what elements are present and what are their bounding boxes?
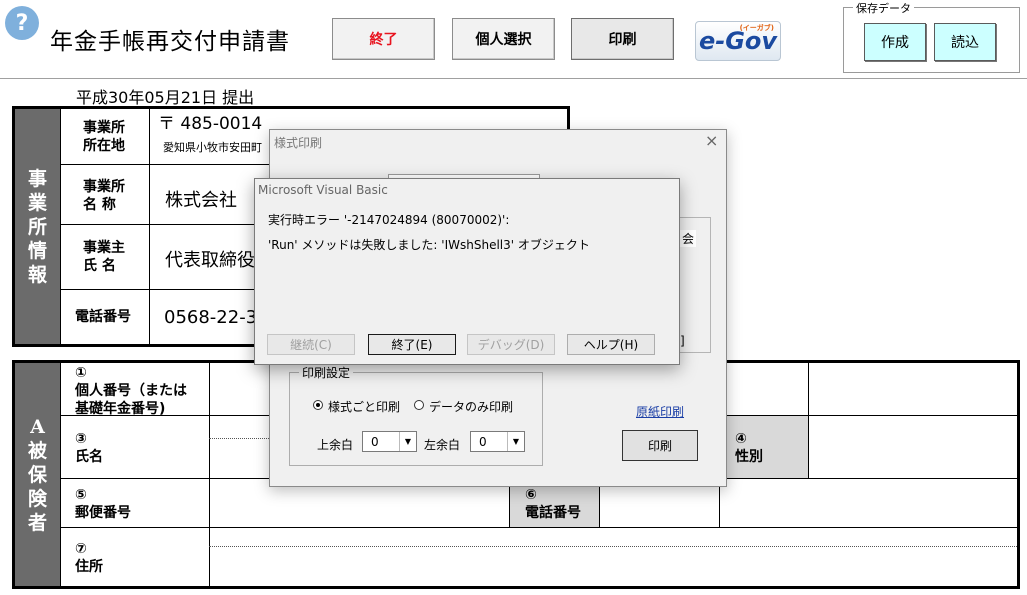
sidebar-char: 被 bbox=[27, 439, 47, 462]
postal-code-value[interactable]: 〒 485-0014 bbox=[158, 109, 262, 134]
egov-logo-subtitle: (イーガブ) bbox=[739, 24, 774, 32]
radio-data-print-label[interactable]: データのみ印刷 bbox=[429, 398, 513, 415]
address-value[interactable]: 愛知県小牧市安田町 bbox=[163, 139, 262, 155]
sidebar-char: 情 bbox=[27, 239, 47, 262]
company-name-value[interactable]: 株式会社 bbox=[165, 186, 237, 212]
help-button[interactable]: ヘルプ(H) bbox=[567, 334, 655, 355]
select-person-button[interactable]: 個人選択 bbox=[452, 18, 555, 60]
address-label-2: ⑦ 住所 bbox=[75, 541, 103, 575]
postal-label: ⑤ 郵便番号 bbox=[75, 487, 131, 521]
personal-number-label: ① 個人番号（または 基礎年金番号) bbox=[75, 365, 187, 417]
sidebar-char: A bbox=[30, 415, 45, 438]
top-margin-select[interactable]: 0 ▼ bbox=[362, 431, 417, 452]
end-button[interactable]: 終了(E) bbox=[368, 334, 456, 355]
name-label: ③ 氏名 bbox=[75, 431, 103, 465]
print-dialog-title: 様式印刷 bbox=[274, 136, 323, 150]
phone-value[interactable]: 0568-22-3 bbox=[164, 307, 257, 328]
egov-logo[interactable]: e-Gov (イーガブ) bbox=[695, 21, 781, 61]
divider bbox=[209, 546, 1017, 547]
sidebar-char: 者 bbox=[27, 511, 47, 534]
owner-label: 事業主 氏 名 bbox=[83, 240, 125, 274]
save-data-legend: 保存データ bbox=[853, 0, 914, 16]
phone-label: 電話番号 bbox=[75, 309, 131, 325]
original-print-link[interactable]: 原紙印刷 bbox=[636, 403, 684, 420]
close-icon[interactable]: × bbox=[705, 131, 718, 150]
chevron-down-icon[interactable]: ▼ bbox=[399, 432, 416, 451]
dialog-print-button[interactable]: 印刷 bbox=[622, 430, 698, 461]
left-margin-label: 左余白 bbox=[424, 438, 461, 452]
sidebar-char: 保 bbox=[27, 463, 47, 486]
create-button[interactable]: 作成 bbox=[864, 23, 926, 61]
divider bbox=[60, 363, 61, 586]
vb-error-code: 実行時エラー '-2147024894 (80070002)': bbox=[268, 213, 510, 227]
divider bbox=[60, 527, 1017, 528]
print-dialog-list-text: 会 bbox=[680, 230, 697, 247]
print-settings-legend: 印刷設定 bbox=[299, 364, 354, 381]
sidebar-char: 報 bbox=[27, 263, 47, 286]
help-icon[interactable]: ? bbox=[5, 6, 39, 40]
debug-button[interactable]: デバッグ(D) bbox=[467, 334, 555, 355]
radio-form-print-label[interactable]: 様式ごと印刷 bbox=[328, 398, 400, 415]
vb-dialog-title: Microsoft Visual Basic bbox=[258, 183, 388, 197]
top-margin-label: 上余白 bbox=[317, 438, 354, 452]
insured-person-sidebar: A 被 保 険 者 bbox=[15, 363, 60, 586]
divider bbox=[60, 109, 61, 344]
divider bbox=[209, 363, 210, 586]
tel-label: ⑥ 電話番号 bbox=[525, 487, 581, 521]
chevron-down-icon[interactable]: ▼ bbox=[507, 432, 524, 451]
continue-button[interactable]: 継続(C) bbox=[267, 334, 355, 355]
header-divider bbox=[0, 78, 1027, 79]
company-name-label: 事業所 名 称 bbox=[83, 179, 125, 213]
load-button[interactable]: 読込 bbox=[934, 23, 996, 61]
sidebar-char: 事 bbox=[27, 167, 47, 190]
top-margin-value: 0 bbox=[371, 434, 379, 449]
divider bbox=[149, 109, 150, 344]
gender-label: ④ 性別 bbox=[735, 431, 763, 465]
business-info-sidebar: 事 業 所 情 報 bbox=[15, 109, 60, 344]
left-margin-value: 0 bbox=[479, 434, 487, 449]
print-dialog-text-fragment: ] bbox=[680, 334, 685, 348]
address-label: 事業所 所在地 bbox=[83, 120, 125, 154]
vb-error-message: 'Run' メソッドは失敗しました: 'IWshShell3' オブジェクト bbox=[268, 238, 590, 252]
print-button[interactable]: 印刷 bbox=[571, 18, 674, 60]
divider bbox=[808, 363, 809, 478]
quit-button[interactable]: 終了 bbox=[332, 18, 435, 60]
radio-data-print[interactable] bbox=[414, 400, 424, 410]
page-title: 年金手帳再交付申請書 bbox=[50, 29, 290, 55]
sidebar-char: 険 bbox=[27, 487, 47, 510]
radio-form-print[interactable] bbox=[313, 400, 323, 410]
submission-date: 平成30年05月21日 提出 bbox=[76, 88, 255, 107]
left-margin-select[interactable]: 0 ▼ bbox=[470, 431, 525, 452]
owner-value[interactable]: 代表取締役 bbox=[165, 246, 255, 272]
sidebar-char: 所 bbox=[27, 215, 47, 238]
sidebar-char: 業 bbox=[27, 191, 47, 214]
